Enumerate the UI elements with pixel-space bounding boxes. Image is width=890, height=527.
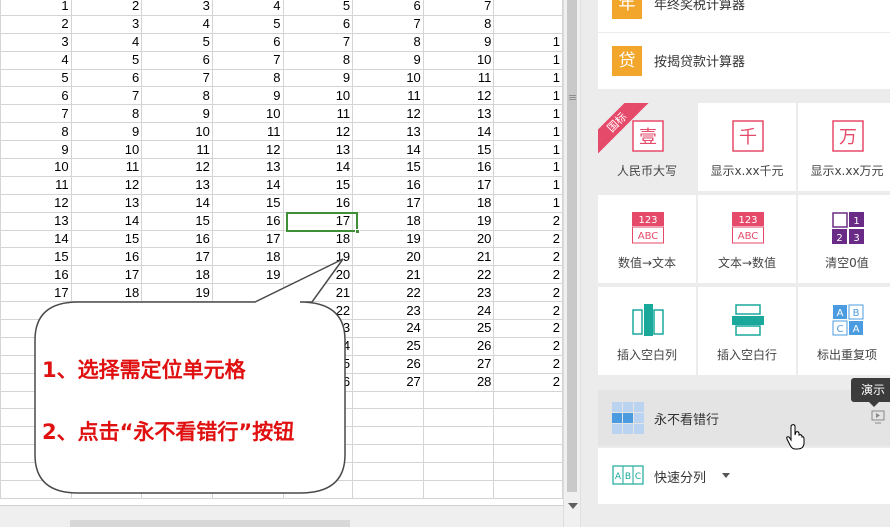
tax-calculator-item[interactable]: 年 年终奖税计算器 xyxy=(598,0,890,32)
svg-text:B: B xyxy=(853,308,860,319)
text-to-number-icon: 123 ABC xyxy=(732,212,764,244)
svg-text:千: 千 xyxy=(739,127,757,148)
demo-play-icon[interactable] xyxy=(871,410,885,424)
callout-step-2: 2、点击“永不看错行”按钮 xyxy=(42,420,294,444)
tile-insert-blank-row[interactable]: 插入空白行 xyxy=(698,287,796,375)
quick-split-column-item[interactable]: A B C 快速分列 xyxy=(598,448,890,504)
number-to-text-icon: 123 ABC xyxy=(632,212,664,244)
svg-text:B: B xyxy=(625,472,631,482)
tile-label: 插入空白列 xyxy=(616,348,677,362)
horizontal-scrollbar-thumb[interactable] xyxy=(70,520,350,527)
insert-blank-column-icon xyxy=(632,304,664,336)
callout-step-1: 1、选择需定位单元格 xyxy=(42,358,247,382)
tile-label: 数值→文本 xyxy=(617,256,677,270)
hand-cursor-icon xyxy=(786,424,805,450)
quick-split-column-label: 快速分列 xyxy=(654,471,707,486)
ten-thousand-icon: 万 xyxy=(832,120,864,152)
scroll-down-icon[interactable] xyxy=(568,503,578,509)
splitter-grip-icon[interactable]: ≡ xyxy=(568,92,577,103)
tile-insert-blank-column[interactable]: 插入空白列 xyxy=(598,287,696,375)
thousand-icon: 千 xyxy=(732,120,764,152)
tile-label: 人民币大写 xyxy=(616,164,677,178)
demo-tooltip: 演示 xyxy=(851,378,890,407)
tile-thousand[interactable]: 千 显示x.xx千元 xyxy=(698,103,796,191)
svg-text:3: 3 xyxy=(853,233,859,244)
svg-text:2: 2 xyxy=(836,233,842,244)
tile-ten-thousand[interactable]: 万 显示x.xx万元 xyxy=(798,103,890,191)
vertical-scrollbar[interactable]: ≡ xyxy=(563,0,580,527)
svg-text:A: A xyxy=(853,324,860,335)
never-misread-row-item[interactable]: 永不看错行 xyxy=(598,390,890,446)
insert-blank-row-icon xyxy=(732,304,764,336)
rmb-uppercase-icon: 壹 xyxy=(632,120,664,152)
svg-text:1: 1 xyxy=(853,216,859,227)
callout-bubble: 1、选择需定位单元格 2、点击“永不看错行”按钮 xyxy=(34,258,346,494)
mortgage-calculator-icon: 贷 xyxy=(612,46,642,76)
horizontal-scrollbar[interactable] xyxy=(0,505,563,527)
tile-text-to-number[interactable]: 123 ABC 文本→数值 xyxy=(698,195,796,283)
tile-mark-duplicates[interactable]: A B C A 标出重复项 xyxy=(798,287,890,375)
tile-label: 插入空白行 xyxy=(716,348,777,362)
quick-split-column-icon: A B C xyxy=(612,465,644,485)
svg-text:123: 123 xyxy=(738,215,757,226)
scrollbar-thumb[interactable] xyxy=(567,0,577,492)
tile-label: 标出重复项 xyxy=(816,348,877,362)
svg-text:A: A xyxy=(615,472,622,482)
svg-text:A: A xyxy=(837,308,844,319)
svg-text:123: 123 xyxy=(638,215,657,226)
svg-text:万: 万 xyxy=(839,127,857,148)
mark-duplicates-icon: A B C A xyxy=(832,304,864,336)
tile-number-to-text[interactable]: 123 ABC 数值→文本 xyxy=(598,195,696,283)
tile-clear-zero[interactable]: 1 2 3 清空0值 xyxy=(798,195,890,283)
clear-zero-icon: 1 2 3 xyxy=(832,212,864,244)
never-misread-row-label: 永不看错行 xyxy=(654,413,720,428)
svg-text:壹: 壹 xyxy=(639,127,657,148)
tile-label: 显示x.xx千元 xyxy=(710,164,784,178)
tile-label: 显示x.xx万元 xyxy=(810,164,884,178)
svg-text:C: C xyxy=(837,324,844,335)
tile-label: 文本→数值 xyxy=(717,256,777,270)
tax-calculator-icon: 年 xyxy=(612,0,642,19)
never-misread-row-icon xyxy=(612,402,644,434)
app-window: 1 2 3 4 5 6 7 2 3 4 5 6 7 8 3 4 5 6 7 8 9 1 4 5 6 7 8 9 10 1 5 6 7 8 9 10 11… xyxy=(0,0,890,527)
tile-label: 清空0值 xyxy=(825,256,869,270)
svg-text:ABC: ABC xyxy=(738,231,759,242)
mortgage-calculator-label: 按揭贷款计算器 xyxy=(654,55,746,70)
tax-calculator-label: 年终奖税计算器 xyxy=(654,0,746,13)
tile-rmb-uppercase[interactable]: 壹 人民币大写 国标 xyxy=(598,103,696,191)
svg-text:C: C xyxy=(635,472,641,482)
mortgage-calculator-item[interactable]: 贷 按揭贷款计算器 xyxy=(598,33,890,89)
dropdown-arrow-icon[interactable] xyxy=(722,473,730,478)
svg-text:ABC: ABC xyxy=(638,231,659,242)
tools-panel: 年 年终奖税计算器 贷 按揭贷款计算器 壹 人民币大写 国标 千 显示x.xx千… xyxy=(580,0,890,527)
